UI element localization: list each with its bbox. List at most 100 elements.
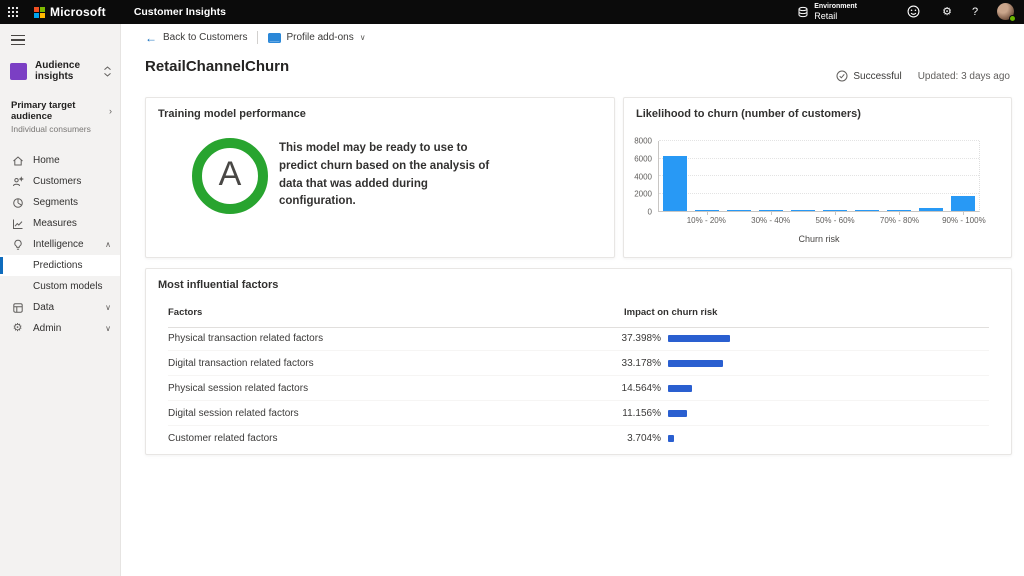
- factor-label: Physical transaction related factors: [168, 333, 598, 344]
- chart-bar: [727, 210, 751, 211]
- sidebar-item-admin[interactable]: ⚙ Admin ∨: [0, 318, 120, 339]
- x-tick-label: 90% - 100%: [942, 216, 986, 225]
- impact-bar: [668, 335, 730, 342]
- factor-label: Customer related factors: [168, 433, 598, 444]
- topbar-left: Microsoft Customer Insights: [0, 0, 226, 24]
- training-performance-card: Training model performance A This model …: [145, 97, 615, 258]
- churn-chart-title: Likelihood to churn (number of customers…: [636, 108, 861, 120]
- factors-table-header: Factors Impact on churn risk: [168, 307, 989, 328]
- model-grade-letter: A: [219, 155, 242, 194]
- sidebar-item-predictions[interactable]: Predictions: [0, 255, 120, 276]
- profile-addons-icon: [268, 33, 281, 43]
- environment-label: Environment: [814, 3, 857, 11]
- sidebar-item-custom-models[interactable]: Custom models: [0, 276, 120, 297]
- topbar-right: Environment Retail ⚙ ?: [797, 3, 1024, 21]
- updated-timestamp: Updated: 3 days ago: [918, 71, 1010, 82]
- breadcrumb: ← Back to Customers Profile add-ons ∨: [145, 31, 366, 44]
- impact-value: 11.156%: [598, 408, 661, 419]
- smiley-icon: [907, 5, 920, 18]
- table-row: Digital session related factors 11.156%: [168, 401, 989, 426]
- x-tick-label: 70% - 80%: [880, 216, 919, 225]
- nav-menu: Home Customers Segments Measures Intelli…: [0, 150, 120, 339]
- profile-addons-dropdown[interactable]: Profile add-ons ∨: [268, 32, 365, 43]
- y-tick-label: 2000: [634, 190, 652, 199]
- training-card-title: Training model performance: [158, 108, 306, 120]
- environment-picker[interactable]: Environment Retail: [797, 3, 857, 21]
- churn-chart-xlabel: Churn risk: [658, 234, 980, 244]
- switcher-icon: [103, 66, 112, 77]
- sidebar-item-label: Predictions: [33, 260, 82, 271]
- back-link-label: Back to Customers: [163, 32, 247, 43]
- model-grade-ring: A: [192, 138, 268, 214]
- impact-value: 37.398%: [598, 333, 661, 344]
- status-badge: Successful: [853, 71, 901, 82]
- impact-value: 14.564%: [598, 383, 661, 394]
- top-app-bar: Microsoft Customer Insights Environment …: [0, 0, 1024, 24]
- profile-addons-label: Profile add-ons: [286, 32, 353, 43]
- impact-bar: [668, 410, 687, 417]
- chart-bar: [663, 156, 687, 211]
- status-row: Successful Updated: 3 days ago: [836, 70, 1010, 82]
- influential-factors-card: Most influential factors Factors Impact …: [145, 268, 1012, 455]
- back-to-customers-link[interactable]: ← Back to Customers: [145, 32, 247, 44]
- sidebar-item-customers[interactable]: Customers: [0, 171, 120, 192]
- sidebar-item-label: Measures: [33, 218, 77, 229]
- x-tick-mark: [963, 211, 964, 215]
- x-tick-mark: [899, 211, 900, 215]
- workspace-switcher[interactable]: Audience insights: [10, 60, 112, 82]
- microsoft-logo-icon: [34, 7, 45, 18]
- environment-icon: [797, 6, 809, 18]
- chart-bar: [919, 208, 943, 211]
- churn-chart-yaxis: 02000400060008000: [626, 141, 656, 212]
- impact-bar: [668, 385, 692, 392]
- help-button[interactable]: ?: [963, 6, 987, 18]
- gridline: [659, 140, 979, 141]
- table-row: Physical transaction related factors 37.…: [168, 326, 989, 351]
- sidebar-item-measures[interactable]: Measures: [0, 213, 120, 234]
- factor-label: Digital transaction related factors: [168, 358, 598, 369]
- gridline: [659, 175, 979, 176]
- impact-bar: [668, 360, 723, 367]
- factors-card-title: Most influential factors: [158, 279, 278, 291]
- factor-label: Physical session related factors: [168, 383, 598, 394]
- settings-button[interactable]: ⚙: [935, 5, 959, 18]
- app-title: Customer Insights: [134, 6, 226, 18]
- table-row: Customer related factors 3.704%: [168, 426, 989, 451]
- sidebar-item-data[interactable]: Data ∨: [0, 297, 120, 318]
- primary-target-audience[interactable]: Primary target audience › Individual con…: [11, 100, 112, 134]
- target-audience-title: Primary target audience: [11, 100, 109, 122]
- y-tick-label: 4000: [634, 172, 652, 181]
- x-tick-mark: [707, 211, 708, 215]
- impact-column-header: Impact on churn risk: [624, 307, 717, 318]
- sidebar-item-intelligence[interactable]: Intelligence ∧: [0, 234, 120, 255]
- factors-column-header: Factors: [168, 307, 624, 318]
- table-row: Physical session related factors 14.564%: [168, 376, 989, 401]
- intelligence-icon: [11, 238, 24, 251]
- app-launcher-button[interactable]: [0, 0, 26, 24]
- sidebar-item-label: Home: [33, 155, 60, 166]
- chevron-down-icon: ∨: [105, 324, 111, 333]
- customers-icon: [11, 175, 24, 188]
- waffle-icon: [7, 6, 19, 18]
- chevron-down-icon: ∨: [360, 33, 366, 42]
- gridline: [659, 158, 979, 159]
- chevron-right-icon: ›: [109, 106, 112, 116]
- sidebar-item-segments[interactable]: Segments: [0, 192, 120, 213]
- x-tick-mark: [771, 211, 772, 215]
- factors-table-body: Physical transaction related factors 37.…: [168, 326, 989, 451]
- feedback-button[interactable]: [907, 5, 931, 18]
- microsoft-logo[interactable]: Microsoft: [34, 5, 106, 19]
- sidebar-item-home[interactable]: Home: [0, 150, 120, 171]
- factor-label: Digital session related factors: [168, 408, 598, 419]
- chart-bar: [951, 196, 975, 211]
- y-tick-label: 0: [648, 208, 652, 217]
- workspace-name: Audience insights: [35, 60, 103, 82]
- success-check-icon: [836, 70, 848, 82]
- x-tick-mark: [835, 211, 836, 215]
- x-tick-label: 10% - 20%: [687, 216, 726, 225]
- user-avatar[interactable]: [997, 3, 1014, 20]
- workspace-color-icon: [10, 63, 27, 80]
- data-icon: [11, 301, 24, 314]
- nav-collapse-button[interactable]: [11, 35, 25, 45]
- environment-text: Environment Retail: [814, 3, 857, 21]
